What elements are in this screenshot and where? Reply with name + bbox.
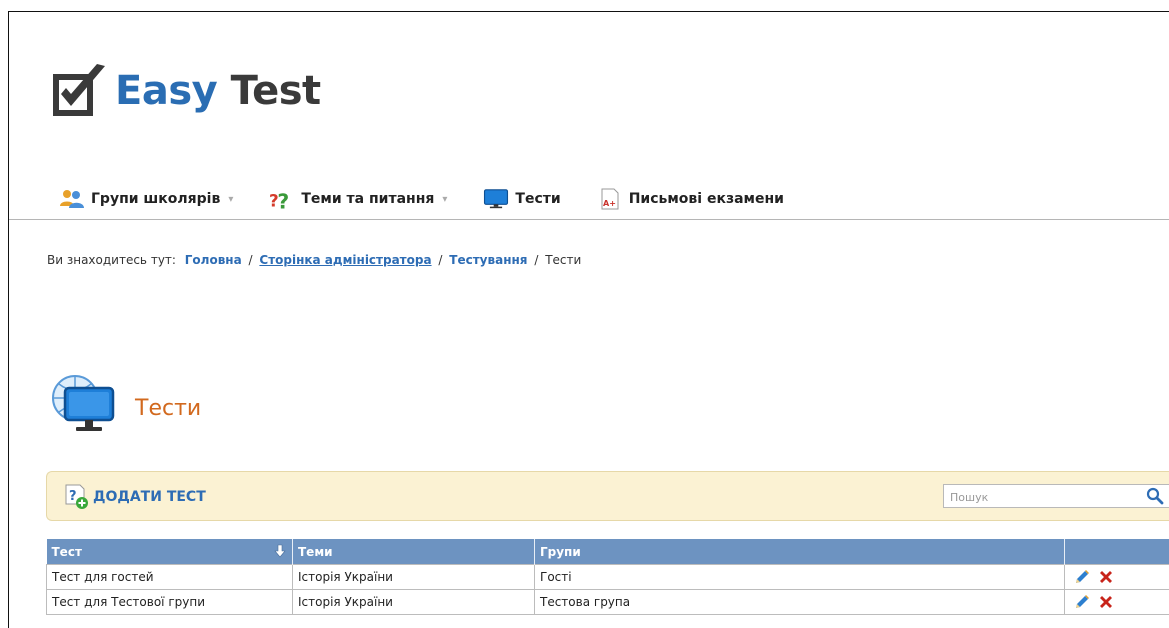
cell-test-name[interactable]: Тест для Тестової групи — [46, 589, 293, 615]
add-test-button[interactable]: ? ДОДАТИ ТЕСТ — [65, 484, 206, 510]
monitor-icon — [483, 187, 509, 211]
table-row: Тест для Тестової групи Історія України … — [46, 589, 1169, 615]
svg-text:?: ? — [278, 189, 290, 211]
search-box — [943, 484, 1169, 508]
nav-divider — [9, 219, 1169, 220]
svg-text:A+: A+ — [603, 199, 616, 208]
add-question-icon: ? — [65, 484, 88, 509]
column-header-test[interactable]: Тест — [46, 539, 293, 565]
breadcrumb-separator: / — [438, 253, 443, 267]
breadcrumb-link-testing[interactable]: Тестування — [449, 253, 527, 267]
column-header-groups[interactable]: Групи — [534, 539, 1065, 565]
nav-item-label: Теми та питання — [301, 191, 435, 207]
breadcrumb-link-admin[interactable]: Сторінка адміністратора — [259, 253, 431, 267]
search-icon[interactable] — [1146, 487, 1164, 505]
globe-monitor-icon — [52, 375, 115, 431]
main-nav: Групи школярів ▾ ? ? Теми та питання ▾ Т… — [59, 184, 820, 214]
column-header-actions — [1064, 539, 1169, 565]
app-frame: Easy Test Групи школярів ▾ ? ? Теми та п… — [8, 11, 1169, 628]
tests-table: Тест Теми Групи Тест для гостей Історія … — [46, 539, 1169, 615]
breadcrumb-link-home[interactable]: Головна — [185, 253, 242, 267]
cell-topics: Історія України — [292, 589, 535, 615]
app-logo-text: Easy Test — [115, 71, 321, 111]
search-input[interactable] — [948, 486, 1132, 508]
column-header-label: Теми — [298, 544, 333, 559]
nav-item-tests[interactable]: Тести — [483, 187, 561, 211]
nav-item-written-exams[interactable]: A+ Письмові екзамени — [597, 187, 784, 211]
cell-actions — [1064, 589, 1169, 615]
add-test-label: ДОДАТИ ТЕСТ — [93, 489, 206, 505]
nav-item-label: Письмові екзамени — [628, 191, 784, 207]
document-grade-icon: A+ — [597, 187, 623, 211]
table-row: Тест для гостей Історія України Гості — [46, 564, 1169, 590]
column-header-topics[interactable]: Теми — [292, 539, 535, 565]
page-title: Тести — [135, 395, 202, 421]
cell-groups: Гості — [534, 564, 1065, 590]
breadcrumb-current: Тести — [545, 253, 582, 267]
question-icon: ? ? — [269, 187, 295, 211]
table-header-row: Тест Теми Групи — [46, 539, 1169, 565]
nav-item-label: Групи школярів — [91, 191, 221, 207]
cell-groups: Тестова група — [534, 589, 1065, 615]
edit-pencil-icon[interactable] — [1074, 569, 1090, 585]
svg-text:?: ? — [69, 489, 77, 504]
cell-actions — [1064, 564, 1169, 590]
cell-test-name[interactable]: Тест для гостей — [46, 564, 293, 590]
checkbox-logo-icon — [53, 64, 105, 116]
sort-down-icon[interactable] — [272, 543, 288, 559]
breadcrumb-separator: / — [248, 253, 253, 267]
breadcrumb-prefix: Ви знаходитесь тут: — [47, 253, 176, 267]
list-toolbar: ? ДОДАТИ ТЕСТ — [46, 471, 1169, 521]
edit-pencil-icon[interactable] — [1074, 594, 1090, 610]
breadcrumb: Ви знаходитесь тут: Головна / Сторінка а… — [47, 253, 581, 267]
app-logo[interactable]: Easy Test — [49, 60, 321, 122]
nav-item-label: Тести — [515, 191, 561, 207]
page-header: Тести — [49, 370, 201, 446]
cell-topics: Історія України — [292, 564, 535, 590]
users-icon — [59, 187, 85, 211]
delete-x-icon[interactable] — [1098, 594, 1114, 610]
breadcrumb-separator: / — [534, 253, 539, 267]
column-header-label: Групи — [540, 544, 581, 559]
logo-word-easy: Easy — [115, 68, 218, 114]
delete-x-icon[interactable] — [1098, 569, 1114, 585]
nav-item-student-groups[interactable]: Групи школярів ▾ — [59, 187, 233, 211]
column-header-label: Тест — [51, 544, 82, 559]
chevron-down-icon: ▾ — [228, 193, 234, 205]
chevron-down-icon: ▾ — [442, 193, 448, 205]
nav-item-topics-questions[interactable]: ? ? Теми та питання ▾ — [269, 187, 447, 211]
logo-word-test: Test — [230, 68, 322, 114]
